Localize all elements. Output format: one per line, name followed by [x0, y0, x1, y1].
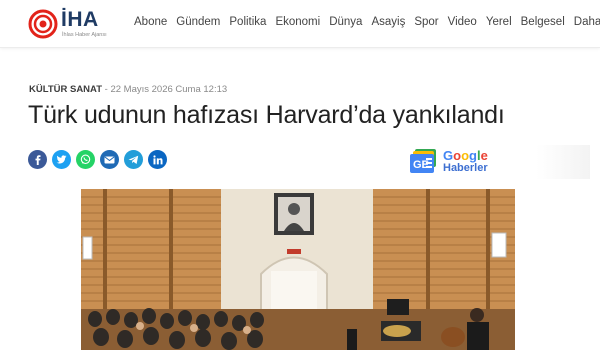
nav-item-dunya[interactable]: Dünya [329, 16, 362, 28]
logo-wordmark: İHA [61, 8, 99, 31]
google-news-follow-button[interactable]: GE Google Haberler [410, 145, 590, 179]
site-logo[interactable]: İHA İhlas Haber Ajansı [28, 8, 118, 40]
google-wordmark: Google [443, 148, 488, 163]
nav-more-menu[interactable]: Daha [574, 16, 600, 28]
nav-more-label: Daha [573, 16, 600, 28]
site-header: İHA İhlas Haber Ajansı Abone Gündem Poli… [0, 0, 600, 48]
article-photo[interactable] [81, 189, 515, 350]
nav-item-belgesel[interactable]: Belgesel [521, 16, 565, 28]
article-meta: KÜLTÜR SANAT - 22 Mayıs 2026 Cuma 12:13 [29, 84, 227, 95]
whatsapp-icon [80, 154, 91, 165]
nav-item-abone[interactable]: Abone [134, 16, 167, 28]
google-news-icon: GE [410, 149, 436, 173]
nav-item-politika[interactable]: Politika [229, 16, 266, 28]
email-icon [104, 156, 115, 163]
linkedin-icon [152, 154, 162, 164]
nav-item-video[interactable]: Video [448, 16, 477, 28]
nav-item-yerel[interactable]: Yerel [486, 16, 512, 28]
nav-item-ekonomi[interactable]: Ekonomi [275, 16, 320, 28]
facebook-icon [35, 154, 40, 165]
whatsapp-share-button[interactable] [76, 150, 95, 169]
article-category[interactable]: KÜLTÜR SANAT [29, 84, 102, 95]
telegram-icon [128, 155, 139, 164]
google-news-label: Google Haberler [443, 148, 488, 174]
article-date: - 22 Mayıs 2026 Cuma 12:13 [104, 84, 228, 95]
main-nav: Abone Gündem Politika Ekonomi Dünya Asay… [134, 16, 600, 28]
telegram-share-button[interactable] [124, 150, 143, 169]
logo-tagline: İhlas Haber Ajansı [62, 32, 107, 38]
nav-item-spor[interactable]: Spor [414, 16, 438, 28]
linkedin-share-button[interactable] [148, 150, 167, 169]
iha-logo-icon [28, 9, 58, 39]
google-news-subtitle: Haberler [443, 162, 488, 174]
share-bar [28, 150, 167, 169]
svg-text:GE: GE [413, 159, 429, 171]
concert-hall-photo [81, 189, 515, 350]
facebook-share-button[interactable] [28, 150, 47, 169]
email-share-button[interactable] [100, 150, 119, 169]
nav-item-gundem[interactable]: Gündem [176, 16, 220, 28]
twitter-share-button[interactable] [52, 150, 71, 169]
nav-item-asayis[interactable]: Asayiş [371, 16, 405, 28]
article-title: Türk udunun hafızası Harvard’da yankılan… [28, 101, 505, 129]
twitter-icon [56, 154, 67, 163]
